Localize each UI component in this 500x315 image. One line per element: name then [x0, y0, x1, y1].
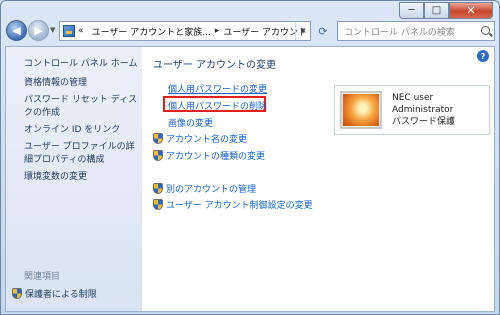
- avatar[interactable]: [340, 91, 382, 129]
- close-button[interactable]: ✕: [449, 2, 493, 19]
- breadcrumb-overflow[interactable]: «: [78, 26, 84, 36]
- manage-another-account-label: 別のアカウントの管理: [166, 185, 257, 195]
- minimize-button[interactable]: ─: [399, 2, 424, 19]
- navigation-bar: ◀ ▶ ▼ « ユーザー アカウントと家族... ▸ ユーザー アカウント ▸ …: [5, 18, 495, 44]
- back-button[interactable]: ◀: [6, 20, 27, 41]
- change-password-link[interactable]: 個人用パスワードの変更: [168, 82, 267, 95]
- related-heading: 関連項目: [24, 272, 61, 282]
- refresh-button[interactable]: ⟳: [315, 23, 331, 39]
- search-placeholder: コントロール パネルの検索: [344, 27, 455, 38]
- help-icon[interactable]: ?: [477, 50, 489, 62]
- address-bar[interactable]: « ユーザー アカウントと家族... ▸ ユーザー アカウント ▸ ▼: [59, 21, 311, 41]
- caption-buttons: ─ □ ✕: [399, 2, 493, 19]
- search-icon[interactable]: [481, 26, 490, 35]
- change-account-type-link[interactable]: アカウントの種類の変更: [153, 149, 265, 162]
- forward-arrow-icon: ▶: [34, 24, 43, 37]
- user-name: NEC user: [392, 93, 434, 103]
- sidebar-item-link-online-id[interactable]: オンライン ID をリンク: [24, 124, 140, 137]
- back-arrow-icon: ◀: [12, 24, 21, 37]
- uac-shield-icon: [153, 150, 163, 161]
- maximize-button[interactable]: □: [424, 2, 449, 19]
- refresh-icon: ⟳: [318, 24, 328, 38]
- user-password-status: パスワード保護: [392, 117, 456, 127]
- user-account-card: NEC user Administrator パスワード保護: [334, 85, 490, 135]
- parental-controls-link[interactable]: 保護者による制限: [12, 287, 97, 300]
- change-account-type-label: アカウントの種類の変更: [166, 152, 266, 162]
- search-input[interactable]: コントロール パネルの検索: [337, 21, 495, 41]
- breadcrumb-family[interactable]: ユーザー アカウントと家族...: [92, 25, 211, 38]
- sidebar-item-environment-variables[interactable]: 環境変数の変更: [24, 171, 140, 184]
- change-account-name-link[interactable]: アカウント名の変更: [153, 132, 247, 145]
- sidebar-item-credentials[interactable]: 資格情報の管理: [24, 77, 140, 90]
- manage-another-account-link[interactable]: 別のアカウントの管理: [153, 182, 256, 195]
- page-title: ユーザー アカウントの変更: [153, 60, 276, 71]
- user-info: NEC user Administrator パスワード保護: [392, 92, 455, 128]
- user-role: Administrator: [392, 105, 454, 115]
- address-dropdown[interactable]: ▼: [295, 22, 310, 40]
- sidebar: コントロール パネル ホーム 資格情報の管理 パスワード リセット ディスクの作…: [6, 47, 142, 311]
- control-panel-home-link[interactable]: コントロール パネル ホーム: [24, 56, 137, 69]
- control-panel-icon: [63, 25, 75, 37]
- content-area: コントロール パネル ホーム 資格情報の管理 パスワード リセット ディスクの作…: [5, 46, 495, 312]
- uac-shield-icon: [153, 133, 163, 144]
- sidebar-item-password-reset-disk[interactable]: パスワード リセット ディスクの作成: [24, 94, 140, 120]
- control-panel-window: ─ □ ✕ ◀ ▶ ▼ « ユーザー アカウントと家族... ▸ ユーザー アカ…: [0, 0, 500, 315]
- recent-pages-dropdown[interactable]: ▼: [50, 26, 55, 34]
- uac-shield-icon: [153, 199, 163, 210]
- forward-button[interactable]: ▶: [28, 20, 49, 41]
- uac-settings-link[interactable]: ユーザー アカウント制御設定の変更: [153, 198, 313, 211]
- parental-controls-label: 保護者による制限: [25, 290, 97, 300]
- change-picture-link[interactable]: 画像の変更: [168, 116, 213, 129]
- uac-shield-icon: [153, 183, 163, 194]
- sidebar-item-profile-properties[interactable]: ユーザー プロファイルの詳細プロパティの構成: [24, 141, 140, 167]
- uac-settings-label: ユーザー アカウント制御設定の変更: [166, 201, 313, 211]
- uac-shield-icon: [12, 288, 22, 299]
- change-account-name-label: アカウント名の変更: [166, 135, 248, 145]
- breadcrumb-separator[interactable]: ▸: [215, 26, 220, 36]
- remove-password-link[interactable]: 個人用パスワードの削除: [168, 99, 267, 112]
